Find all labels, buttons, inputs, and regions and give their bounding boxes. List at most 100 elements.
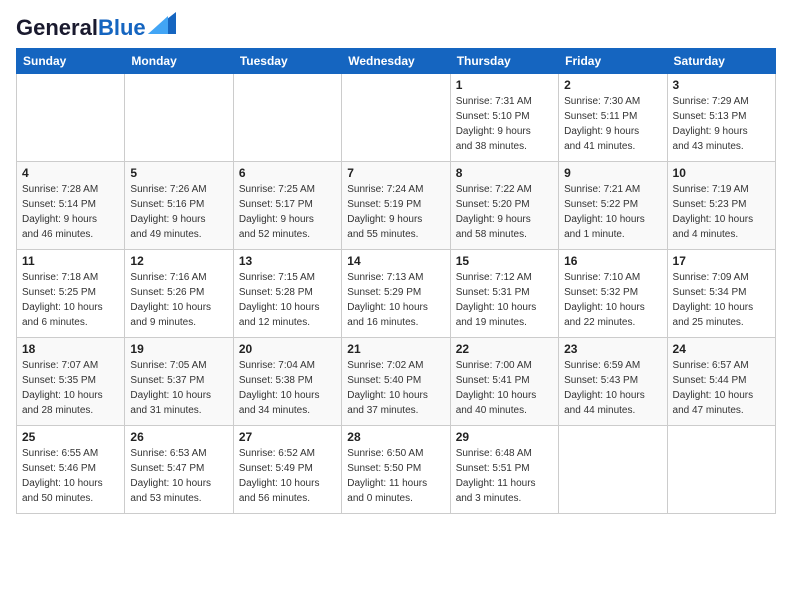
day-info: Sunrise: 7:04 AM Sunset: 5:38 PM Dayligh… (239, 358, 336, 418)
col-header-wednesday: Wednesday (342, 49, 450, 74)
day-info: Sunrise: 7:16 AM Sunset: 5:26 PM Dayligh… (130, 270, 227, 330)
calendar-cell: 2 Sunrise: 7:30 AM Sunset: 5:11 PM Daylig… (559, 74, 667, 162)
day-number: 22 (456, 342, 553, 356)
col-header-monday: Monday (125, 49, 233, 74)
calendar-cell (667, 426, 775, 514)
day-number: 3 (673, 78, 770, 92)
day-info: Sunrise: 7:09 AM Sunset: 5:34 PM Dayligh… (673, 270, 770, 330)
calendar-cell: 22 Sunrise: 7:00 AM Sunset: 5:41 PM Dayli… (450, 338, 558, 426)
col-header-saturday: Saturday (667, 49, 775, 74)
calendar-cell (233, 74, 341, 162)
col-header-sunday: Sunday (17, 49, 125, 74)
day-info: Sunrise: 7:12 AM Sunset: 5:31 PM Dayligh… (456, 270, 553, 330)
day-number: 8 (456, 166, 553, 180)
day-number: 10 (673, 166, 770, 180)
day-number: 2 (564, 78, 661, 92)
logo-icon (148, 12, 176, 34)
calendar-cell: 19Sunrise: 7:05 AM Sunset: 5:37 PM Dayli… (125, 338, 233, 426)
day-info: Sunrise: 6:53 AM Sunset: 5:47 PM Dayligh… (130, 446, 227, 506)
day-info: Sunrise: 7:15 AM Sunset: 5:28 PM Dayligh… (239, 270, 336, 330)
calendar-cell: 17 Sunrise: 7:09 AM Sunset: 5:34 PM Dayli… (667, 250, 775, 338)
calendar-cell: 11 Sunrise: 7:18 AM Sunset: 5:25 PM Dayli… (17, 250, 125, 338)
calendar-cell: 13Sunrise: 7:15 AM Sunset: 5:28 PM Dayli… (233, 250, 341, 338)
calendar-week-row: 18Sunrise: 7:07 AM Sunset: 5:35 PM Dayli… (17, 338, 776, 426)
day-number: 25 (22, 430, 119, 444)
day-number: 9 (564, 166, 661, 180)
col-header-friday: Friday (559, 49, 667, 74)
day-number: 27 (239, 430, 336, 444)
page-header: GeneralBlue (16, 16, 776, 40)
day-info: Sunrise: 7:02 AM Sunset: 5:40 PM Dayligh… (347, 358, 444, 418)
day-info: Sunrise: 6:57 AM Sunset: 5:44 PM Dayligh… (673, 358, 770, 418)
day-info: Sunrise: 7:30 AM Sunset: 5:11 PM Dayligh… (564, 94, 661, 154)
col-header-tuesday: Tuesday (233, 49, 341, 74)
day-info: Sunrise: 7:00 AM Sunset: 5:41 PM Dayligh… (456, 358, 553, 418)
calendar-cell: 3 Sunrise: 7:29 AM Sunset: 5:13 PM Daylig… (667, 74, 775, 162)
calendar-week-row: 11 Sunrise: 7:18 AM Sunset: 5:25 PM Dayli… (17, 250, 776, 338)
calendar-cell: 4 Sunrise: 7:28 AM Sunset: 5:14 PM Daylig… (17, 162, 125, 250)
calendar-cell: 24 Sunrise: 6:57 AM Sunset: 5:44 PM Dayli… (667, 338, 775, 426)
day-number: 24 (673, 342, 770, 356)
calendar-week-row: 1 Sunrise: 7:31 AM Sunset: 5:10 PM Daylig… (17, 74, 776, 162)
calendar-cell: 5 Sunrise: 7:26 AM Sunset: 5:16 PM Daylig… (125, 162, 233, 250)
calendar-cell: 7 Sunrise: 7:24 AM Sunset: 5:19 PM Daylig… (342, 162, 450, 250)
calendar-cell: 9 Sunrise: 7:21 AM Sunset: 5:22 PM Daylig… (559, 162, 667, 250)
calendar-week-row: 4 Sunrise: 7:28 AM Sunset: 5:14 PM Daylig… (17, 162, 776, 250)
day-number: 21 (347, 342, 444, 356)
day-number: 1 (456, 78, 553, 92)
day-info: Sunrise: 7:28 AM Sunset: 5:14 PM Dayligh… (22, 182, 119, 242)
calendar-cell (17, 74, 125, 162)
calendar-cell: 6 Sunrise: 7:25 AM Sunset: 5:17 PM Daylig… (233, 162, 341, 250)
day-number: 12 (130, 254, 227, 268)
calendar-cell (342, 74, 450, 162)
day-info: Sunrise: 6:48 AM Sunset: 5:51 PM Dayligh… (456, 446, 553, 506)
day-info: Sunrise: 7:29 AM Sunset: 5:13 PM Dayligh… (673, 94, 770, 154)
day-number: 6 (239, 166, 336, 180)
day-info: Sunrise: 7:05 AM Sunset: 5:37 PM Dayligh… (130, 358, 227, 418)
calendar-cell: 18Sunrise: 7:07 AM Sunset: 5:35 PM Dayli… (17, 338, 125, 426)
calendar-table: SundayMondayTuesdayWednesdayThursdayFrid… (16, 48, 776, 514)
calendar-header-row: SundayMondayTuesdayWednesdayThursdayFrid… (17, 49, 776, 74)
day-info: Sunrise: 7:31 AM Sunset: 5:10 PM Dayligh… (456, 94, 553, 154)
day-info: Sunrise: 7:24 AM Sunset: 5:19 PM Dayligh… (347, 182, 444, 242)
calendar-cell (559, 426, 667, 514)
calendar-cell: 26 Sunrise: 6:53 AM Sunset: 5:47 PM Dayli… (125, 426, 233, 514)
day-number: 16 (564, 254, 661, 268)
day-number: 5 (130, 166, 227, 180)
day-number: 18 (22, 342, 119, 356)
day-number: 4 (22, 166, 119, 180)
day-number: 14 (347, 254, 444, 268)
day-number: 29 (456, 430, 553, 444)
day-number: 23 (564, 342, 661, 356)
calendar-cell: 23 Sunrise: 6:59 AM Sunset: 5:43 PM Dayli… (559, 338, 667, 426)
day-number: 26 (130, 430, 227, 444)
day-info: Sunrise: 7:13 AM Sunset: 5:29 PM Dayligh… (347, 270, 444, 330)
day-info: Sunrise: 7:21 AM Sunset: 5:22 PM Dayligh… (564, 182, 661, 242)
day-number: 17 (673, 254, 770, 268)
day-info: Sunrise: 6:59 AM Sunset: 5:43 PM Dayligh… (564, 358, 661, 418)
day-number: 11 (22, 254, 119, 268)
day-info: Sunrise: 7:22 AM Sunset: 5:20 PM Dayligh… (456, 182, 553, 242)
logo: GeneralBlue (16, 16, 176, 40)
calendar-cell: 25Sunrise: 6:55 AM Sunset: 5:46 PM Dayli… (17, 426, 125, 514)
calendar-cell: 15Sunrise: 7:12 AM Sunset: 5:31 PM Dayli… (450, 250, 558, 338)
day-info: Sunrise: 6:50 AM Sunset: 5:50 PM Dayligh… (347, 446, 444, 506)
day-info: Sunrise: 6:52 AM Sunset: 5:49 PM Dayligh… (239, 446, 336, 506)
day-info: Sunrise: 7:18 AM Sunset: 5:25 PM Dayligh… (22, 270, 119, 330)
calendar-cell: 21 Sunrise: 7:02 AM Sunset: 5:40 PM Dayli… (342, 338, 450, 426)
calendar-cell: 29 Sunrise: 6:48 AM Sunset: 5:51 PM Dayli… (450, 426, 558, 514)
day-info: Sunrise: 7:19 AM Sunset: 5:23 PM Dayligh… (673, 182, 770, 242)
col-header-thursday: Thursday (450, 49, 558, 74)
calendar-cell: 12 Sunrise: 7:16 AM Sunset: 5:26 PM Dayli… (125, 250, 233, 338)
calendar-cell: 10 Sunrise: 7:19 AM Sunset: 5:23 PM Dayli… (667, 162, 775, 250)
day-number: 7 (347, 166, 444, 180)
day-info: Sunrise: 7:26 AM Sunset: 5:16 PM Dayligh… (130, 182, 227, 242)
day-number: 28 (347, 430, 444, 444)
calendar-week-row: 25Sunrise: 6:55 AM Sunset: 5:46 PM Dayli… (17, 426, 776, 514)
day-number: 20 (239, 342, 336, 356)
calendar-cell (125, 74, 233, 162)
day-info: Sunrise: 7:25 AM Sunset: 5:17 PM Dayligh… (239, 182, 336, 242)
calendar-cell: 28 Sunrise: 6:50 AM Sunset: 5:50 PM Dayli… (342, 426, 450, 514)
calendar-cell: 16Sunrise: 7:10 AM Sunset: 5:32 PM Dayli… (559, 250, 667, 338)
calendar-cell: 14 Sunrise: 7:13 AM Sunset: 5:29 PM Dayli… (342, 250, 450, 338)
